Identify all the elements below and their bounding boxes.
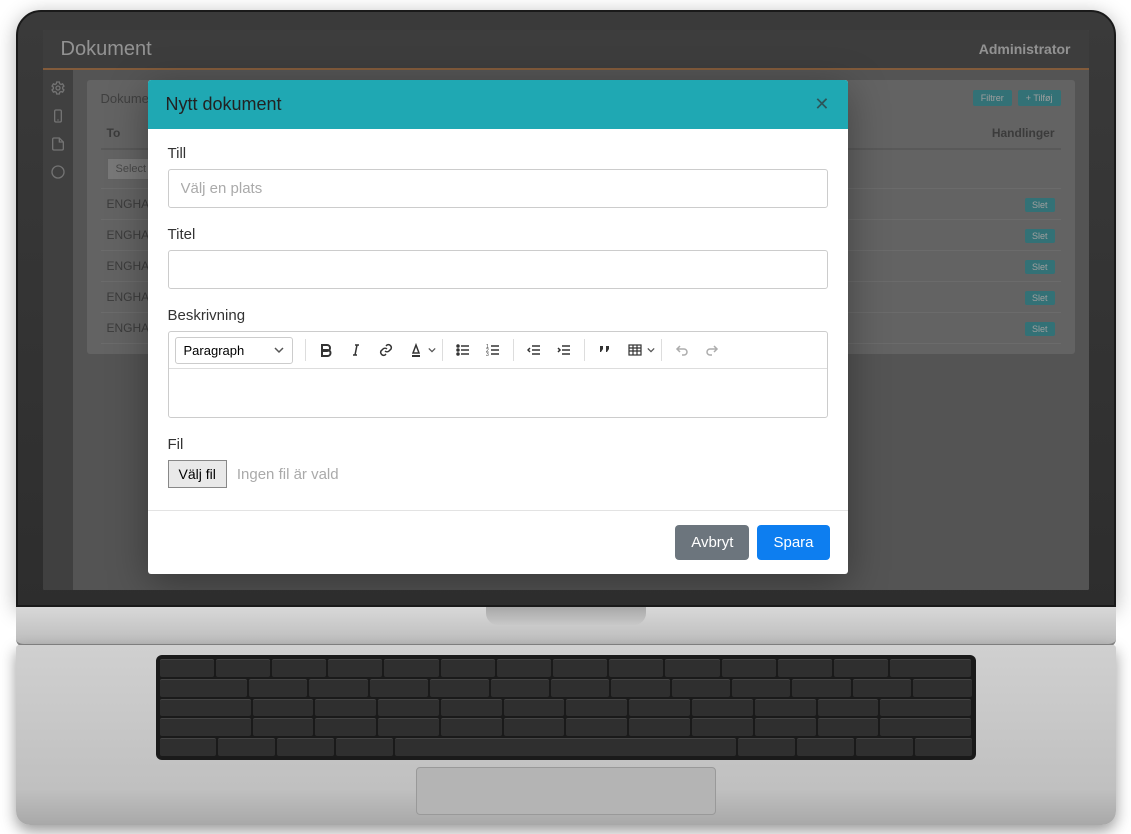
separator (442, 339, 443, 361)
undo-icon[interactable] (668, 336, 696, 364)
trackpad (416, 767, 716, 815)
rich-text-editor: Paragraph 12 (168, 331, 828, 418)
laptop-hinge (16, 607, 1116, 647)
screen: Dokument Administrator Dokument (43, 30, 1089, 590)
laptop-notch (486, 607, 646, 625)
chevron-down-icon (274, 345, 284, 355)
chevron-down-icon[interactable] (428, 346, 436, 354)
modal-footer: Avbryt Spara (148, 510, 848, 574)
outdent-icon[interactable] (520, 336, 548, 364)
redo-icon[interactable] (698, 336, 726, 364)
screen-bezel: Dokument Administrator Dokument (16, 10, 1116, 607)
laptop-keyboard-area (16, 645, 1116, 825)
quote-icon[interactable] (591, 336, 619, 364)
label-fil: Fil (168, 436, 828, 453)
bullet-list-icon[interactable] (449, 336, 477, 364)
bold-icon[interactable] (312, 336, 340, 364)
rte-toolbar: Paragraph 12 (169, 332, 827, 369)
chevron-down-icon[interactable] (647, 346, 655, 354)
cancel-button[interactable]: Avbryt (675, 525, 749, 560)
table-icon[interactable] (621, 336, 649, 364)
modal-body: Till Titel Beskrivning Paragraph (148, 129, 848, 510)
file-status: Ingen fil är vald (237, 466, 339, 483)
modal-header: Nytt dokument ✕ (148, 80, 848, 129)
separator (513, 339, 514, 361)
separator (305, 339, 306, 361)
separator (584, 339, 585, 361)
modal-title: Nytt dokument (166, 94, 282, 115)
separator (661, 339, 662, 361)
file-picker: Välj fil Ingen fil är vald (168, 460, 828, 488)
svg-text:3: 3 (486, 352, 489, 357)
indent-icon[interactable] (550, 336, 578, 364)
italic-icon[interactable] (342, 336, 370, 364)
paragraph-label: Paragraph (184, 343, 245, 358)
number-list-icon[interactable]: 123 (479, 336, 507, 364)
close-icon[interactable]: ✕ (814, 94, 829, 115)
text-color-icon[interactable] (402, 336, 430, 364)
label-beskrivning: Beskrivning (168, 307, 828, 324)
keyboard (156, 655, 976, 760)
laptop-frame: Dokument Administrator Dokument (16, 10, 1116, 825)
link-icon[interactable] (372, 336, 400, 364)
choose-file-button[interactable]: Välj fil (168, 460, 227, 488)
rte-textarea[interactable] (169, 369, 827, 417)
label-titel: Titel (168, 226, 828, 243)
save-button[interactable]: Spara (757, 525, 829, 560)
new-document-modal: Nytt dokument ✕ Till Titel Beskrivning (148, 80, 848, 574)
titel-input[interactable] (168, 250, 828, 289)
till-input[interactable] (168, 169, 828, 208)
label-till: Till (168, 145, 828, 162)
paragraph-dropdown[interactable]: Paragraph (175, 337, 294, 364)
